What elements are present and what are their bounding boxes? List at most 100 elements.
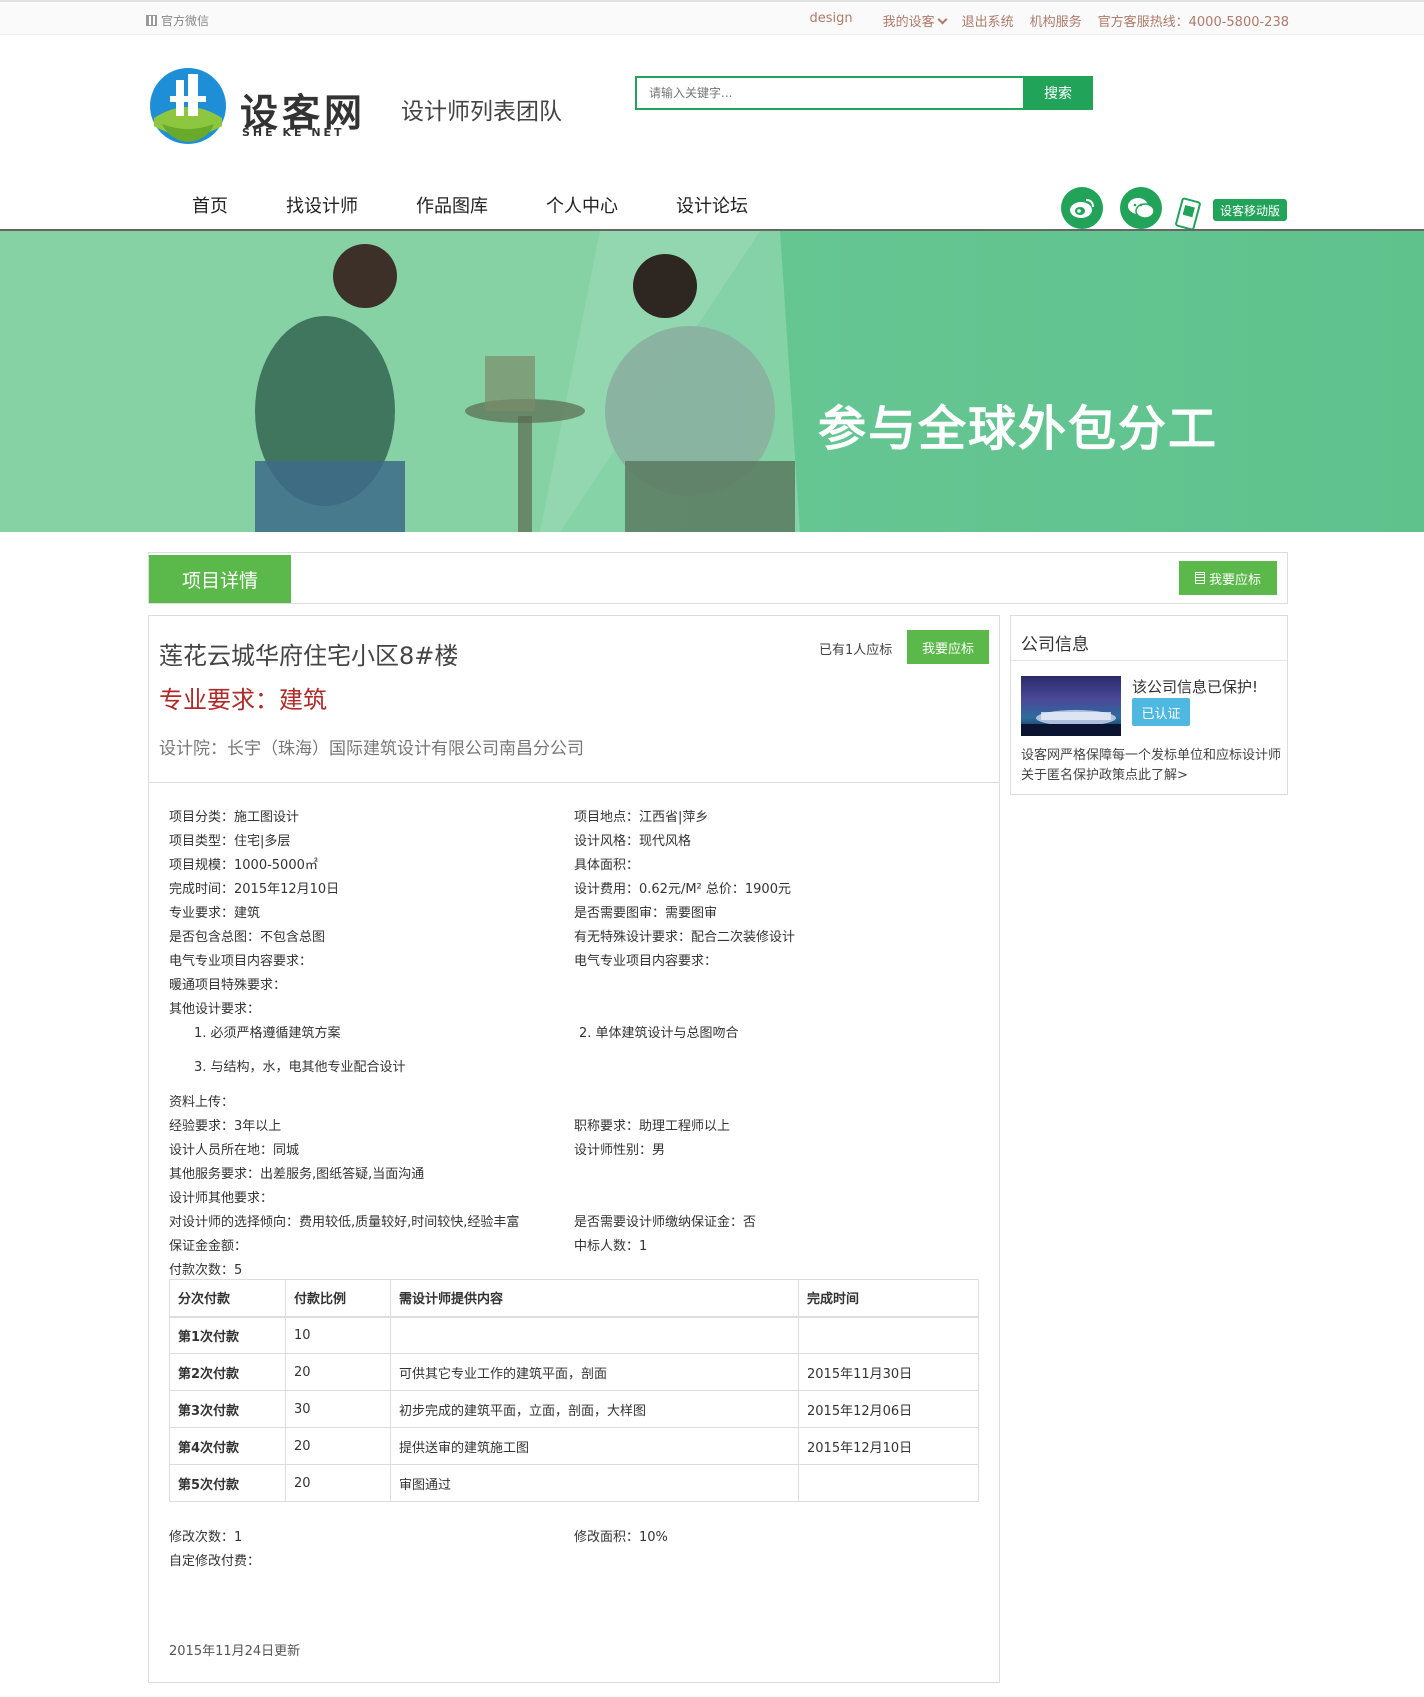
nav-item-find-designer[interactable]: 找设计师 [286, 192, 358, 218]
nav-item-forum[interactable]: 设计论坛 [676, 192, 748, 218]
payment-stage: 第3次付款 [169, 1390, 286, 1428]
field-fee: 设计费用：0.62元/M² 总价：1900元 [574, 882, 791, 897]
nav-item-gallery[interactable]: 作品图库 [416, 192, 488, 218]
field-custom-fee: 自定修改付费： [169, 1554, 261, 1569]
field-upload: 资料上传： [169, 1095, 235, 1110]
table-row: 第5次付款 20 审图通过 [169, 1464, 979, 1502]
payment-content: 提供送审的建筑施工图 [390, 1427, 799, 1465]
top-bar: 官方微信 design 我的设客 退出系统 机构服务 官方客服热线：4000-5… [0, 0, 1424, 35]
field-type: 项目类型：住宅|多层 [169, 834, 291, 849]
table-header-row: 分次付款 付款比例 需设计师提供内容 完成时间 [169, 1279, 979, 1318]
field-style: 设计风格：现代风格 [574, 834, 692, 849]
tab-project-detail[interactable]: 项目详情 [149, 555, 291, 603]
bid-button[interactable]: 我要应标 [907, 630, 989, 664]
logo-icon[interactable] [148, 66, 228, 146]
field-designer-location: 设计人员所在地：同城 [169, 1143, 300, 1158]
field-revise-area: 修改面积：10% [574, 1530, 668, 1545]
banner-slogan: 参与全球外包分工 [818, 401, 1219, 457]
top-links: design 我的设客 退出系统 机构服务 官方客服热线：4000-5800-2… [809, 11, 1289, 30]
bid-button-top[interactable]: 我要应标 [1179, 561, 1277, 595]
project-detail-panel: 莲花云城华府住宅小区8#楼 专业要求：建筑 设计院：长宇（珠海）国际建筑设计有限… [148, 615, 1000, 1683]
updated-time: 2015年11月24日更新 [169, 1644, 301, 1659]
hotline-text: 官方客服热线：4000-5800-238 [1097, 15, 1289, 30]
payment-ratio: 20 [285, 1427, 391, 1465]
header-divider [149, 782, 999, 783]
field-winners: 中标人数：1 [574, 1239, 648, 1254]
my-sheke-label: 我的设客 [882, 15, 935, 30]
payment-ratio: 10 [285, 1316, 391, 1354]
field-deposit-required: 是否需要设计师缴纳保证金：否 [574, 1215, 757, 1230]
field-revise-count: 修改次数：1 [169, 1530, 243, 1545]
mobile-version-button[interactable]: 设客移动版 [1213, 199, 1287, 221]
company-building-illustration [1021, 710, 1121, 736]
verified-badge: 已认证 [1132, 698, 1190, 726]
weibo-icon[interactable] [1061, 187, 1103, 229]
field-experience: 经验要求：3年以上 [169, 1119, 282, 1134]
field-area: 具体面积： [574, 858, 640, 873]
table-row: 第2次付款 20 可供其它专业工作的建筑平面，剖面 2015年11月30日 [169, 1353, 979, 1391]
brand-sub: SHE KE NET [242, 126, 345, 139]
field-deadline: 完成时间：2015年12月10日 [169, 882, 340, 897]
col-content: 需设计师提供内容 [390, 1279, 799, 1318]
field-hvac: 暖通项目特殊要求： [169, 978, 287, 993]
user-link[interactable]: design [809, 11, 852, 30]
project-institute: 设计院：长宇（珠海）国际建筑设计有限公司南昌分公司 [159, 739, 584, 759]
payment-stage: 第1次付款 [169, 1316, 286, 1354]
privacy-policy-link[interactable]: 设客网严格保障每一个发标单位和应标设计师 关于匿名保护政策点此了解> [1021, 746, 1281, 786]
field-payment-count: 付款次数：5 [169, 1263, 243, 1278]
field-deposit-amount: 保证金金额： [169, 1239, 248, 1254]
col-deadline: 完成时间 [798, 1279, 979, 1318]
payment-ratio: 20 [285, 1464, 391, 1502]
table-row: 第1次付款 10 [169, 1316, 979, 1354]
search-input[interactable] [635, 76, 1023, 110]
mobile-phone-icon [1175, 197, 1201, 230]
field-title-req: 职称要求：助理工程师以上 [574, 1119, 731, 1134]
payment-table: 分次付款 付款比例 需设计师提供内容 完成时间 第1次付款 10 第2次付款 2… [169, 1279, 979, 1502]
payment-deadline [798, 1316, 979, 1354]
field-location: 项目地点：江西省|萍乡 [574, 810, 709, 825]
nav-item-home[interactable]: 首页 [192, 192, 228, 218]
org-service-link[interactable]: 机构服务 [1030, 11, 1082, 30]
company-image [1021, 676, 1121, 736]
official-wechat-link[interactable]: 官方微信 [146, 12, 209, 29]
search-button[interactable]: 搜索 [1023, 76, 1093, 110]
my-sheke-menu[interactable]: 我的设客 [882, 11, 948, 30]
payment-stage: 第4次付款 [169, 1427, 286, 1465]
table-row: 第4次付款 20 提供送审的建筑施工图 2015年12月10日 [169, 1427, 979, 1465]
field-preference: 对设计师的选择倾向：费用较低,质量较好,时间较快,经验丰富 [169, 1215, 520, 1230]
wechat-icon[interactable] [1120, 187, 1162, 229]
bid-button-top-label: 我要应标 [1208, 572, 1261, 588]
page-subtitle: 设计师列表团队 [401, 99, 562, 125]
detail-tabbar: 项目详情 我要应标 [148, 552, 1288, 604]
nav-item-personal-center[interactable]: 个人中心 [546, 192, 618, 218]
company-info-panel: 公司信息 该公司信息已保护! 已认证 设客网严格保障每一个发标单位和应标设计师 … [1010, 615, 1288, 795]
field-special: 有无特殊设计要求：配合二次装修设计 [574, 930, 796, 945]
document-icon [1194, 572, 1205, 584]
company-protected-text: 该公司信息已保护! [1132, 678, 1259, 696]
search-bar: 搜索 [635, 76, 1093, 110]
field-other-services: 其他服务要求：出差服务,图纸答疑,当面沟通 [169, 1167, 425, 1182]
payment-stage: 第2次付款 [169, 1353, 286, 1391]
other-req-item: 3. 与结构，水，电其他专业配合设计 [194, 1060, 406, 1075]
main-nav: 首页 找设计师 作品图库 个人中心 设计论坛 [192, 192, 806, 218]
payment-deadline: 2015年12月06日 [798, 1390, 979, 1428]
bid-count: 已有1人应标 [819, 643, 893, 658]
payment-content [390, 1316, 799, 1354]
other-req-item: 2. 单体建筑设计与总图吻合 [579, 1026, 739, 1041]
other-req-item: 1. 必须严格遵循建筑方案 [194, 1026, 341, 1041]
chevron-down-icon [937, 14, 948, 25]
company-info-title: 公司信息 [1021, 635, 1089, 655]
col-stage: 分次付款 [169, 1279, 286, 1318]
payment-deadline [798, 1464, 979, 1502]
project-title: 莲花云城华府住宅小区8#楼 [159, 642, 459, 670]
field-category: 项目分类：施工图设计 [169, 810, 300, 825]
hero-banner: 参与全球外包分工 [0, 231, 1424, 532]
payment-ratio: 20 [285, 1353, 391, 1391]
field-review: 是否需要图审：需要图审 [574, 906, 718, 921]
payment-content: 初步完成的建筑平面，立面，剖面，大样图 [390, 1390, 799, 1428]
field-site-plan: 是否包含总图：不包含总图 [169, 930, 326, 945]
qrcode-icon [146, 15, 157, 26]
banner-illustration [0, 231, 800, 532]
field-electrical: 电气专业项目内容要求： [169, 954, 313, 969]
logout-link[interactable]: 退出系统 [962, 11, 1014, 30]
